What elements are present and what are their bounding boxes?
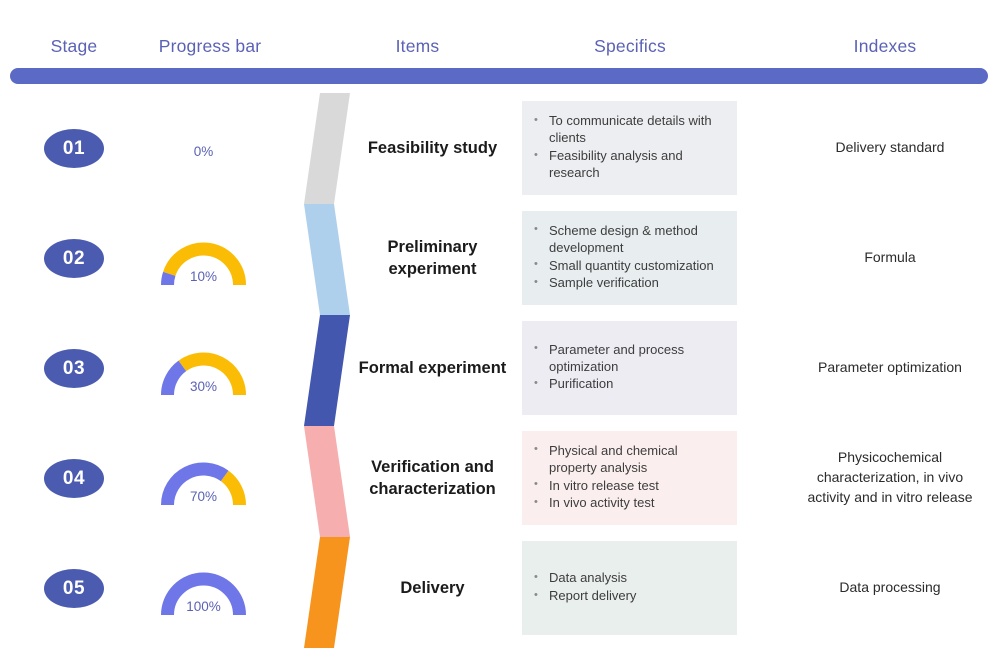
progress-gauge-label: 0% [193, 144, 214, 159]
specifics-box: Parameter and process optimizationPurifi… [522, 321, 737, 415]
specifics-list-item: Data analysis [530, 570, 727, 587]
specifics-list-item: Scheme design & method development [530, 222, 727, 257]
specifics-list-item: Purification [530, 376, 727, 393]
specifics-list-item: Sample verification [530, 275, 727, 292]
specifics-box: To communicate details with clientsFeasi… [522, 101, 737, 195]
specifics-list: Data analysisReport delivery [530, 570, 727, 606]
specifics-list: Physical and chemical property analysisI… [530, 442, 727, 514]
specifics-list: Parameter and process optimizationPurifi… [530, 341, 727, 395]
stage-number-badge: 04 [44, 459, 104, 498]
specifics-list-item: Report delivery [530, 588, 727, 605]
column-header-progress-bar: Progress bar [158, 36, 262, 56]
specifics-list-item: Parameter and process optimization [530, 341, 727, 376]
stage-row: 04 70% Verification and characterization Ph… [0, 423, 997, 533]
stage-row: 01 0% Feasibility study To communicate deta… [0, 93, 997, 203]
column-header-specifics: Specifics [594, 36, 666, 56]
stage-number-badge: 03 [44, 349, 104, 388]
specifics-list-item: In vivo activity test [530, 495, 727, 512]
progress-gauge-label: 70% [189, 489, 218, 504]
stage-number-label: 02 [62, 247, 86, 269]
index-value: Parameter optimization [818, 359, 962, 376]
item-title: Preliminary experiment [387, 237, 478, 278]
progress-gauge: 10% [151, 229, 256, 299]
specifics-list: To communicate details with clientsFeasi… [530, 113, 727, 183]
stage-number-label: 05 [62, 577, 86, 599]
progress-gauge-label: 30% [189, 379, 218, 394]
specifics-box: Physical and chemical property analysisI… [522, 431, 737, 525]
stage-number-badge: 05 [44, 569, 104, 608]
progress-gauge-label: 10% [189, 269, 218, 284]
specifics-list: Scheme design & method developmentSmall … [530, 222, 727, 294]
process-stage-diagram: Stage Progress bar Items Specifics Index… [0, 0, 997, 668]
stage-row: 05 100% Delivery Data analysisReport delive… [0, 533, 997, 643]
stage-number-badge: 02 [44, 239, 104, 278]
item-title: Feasibility study [367, 138, 498, 157]
progress-gauge: 100% [151, 559, 256, 629]
item-title: Verification and characterization [369, 457, 496, 498]
index-value: Data processing [839, 579, 941, 596]
specifics-list-item: Feasibility analysis and research [530, 148, 727, 182]
column-header-items: Items [395, 36, 440, 56]
column-header-stage: Stage [50, 36, 98, 56]
progress-gauge: 30% [151, 339, 256, 409]
stage-number-label: 03 [62, 357, 86, 379]
stage-row: 02 10% Preliminary experiment Scheme design… [0, 203, 997, 313]
index-value: Physicochemical characterization, in viv… [807, 449, 973, 505]
stage-number-label: 04 [62, 467, 86, 489]
header-divider-bar [10, 68, 988, 84]
index-value: Delivery standard [835, 139, 945, 156]
stage-number-label: 01 [62, 137, 86, 159]
item-title: Formal experiment [358, 358, 507, 377]
progress-gauge: 70% [151, 449, 256, 519]
stage-number-badge: 01 [44, 129, 104, 168]
specifics-list-item: Physical and chemical property analysis [530, 442, 727, 477]
progress-gauge: 0% [151, 119, 256, 189]
item-title: Delivery [400, 578, 465, 597]
specifics-list-item: To communicate details with clients [530, 113, 727, 147]
specifics-list-item: In vitro release test [530, 477, 727, 495]
specifics-box: Scheme design & method developmentSmall … [522, 211, 737, 305]
specifics-box: Data analysisReport delivery [522, 541, 737, 635]
specifics-list-item: Small quantity customization [530, 257, 727, 275]
progress-gauge-label: 100% [186, 599, 221, 614]
index-value: Formula [864, 249, 916, 266]
column-header-indexes: Indexes [853, 36, 917, 56]
stage-row: 03 30% Formal experiment Parameter and proc… [0, 313, 997, 423]
